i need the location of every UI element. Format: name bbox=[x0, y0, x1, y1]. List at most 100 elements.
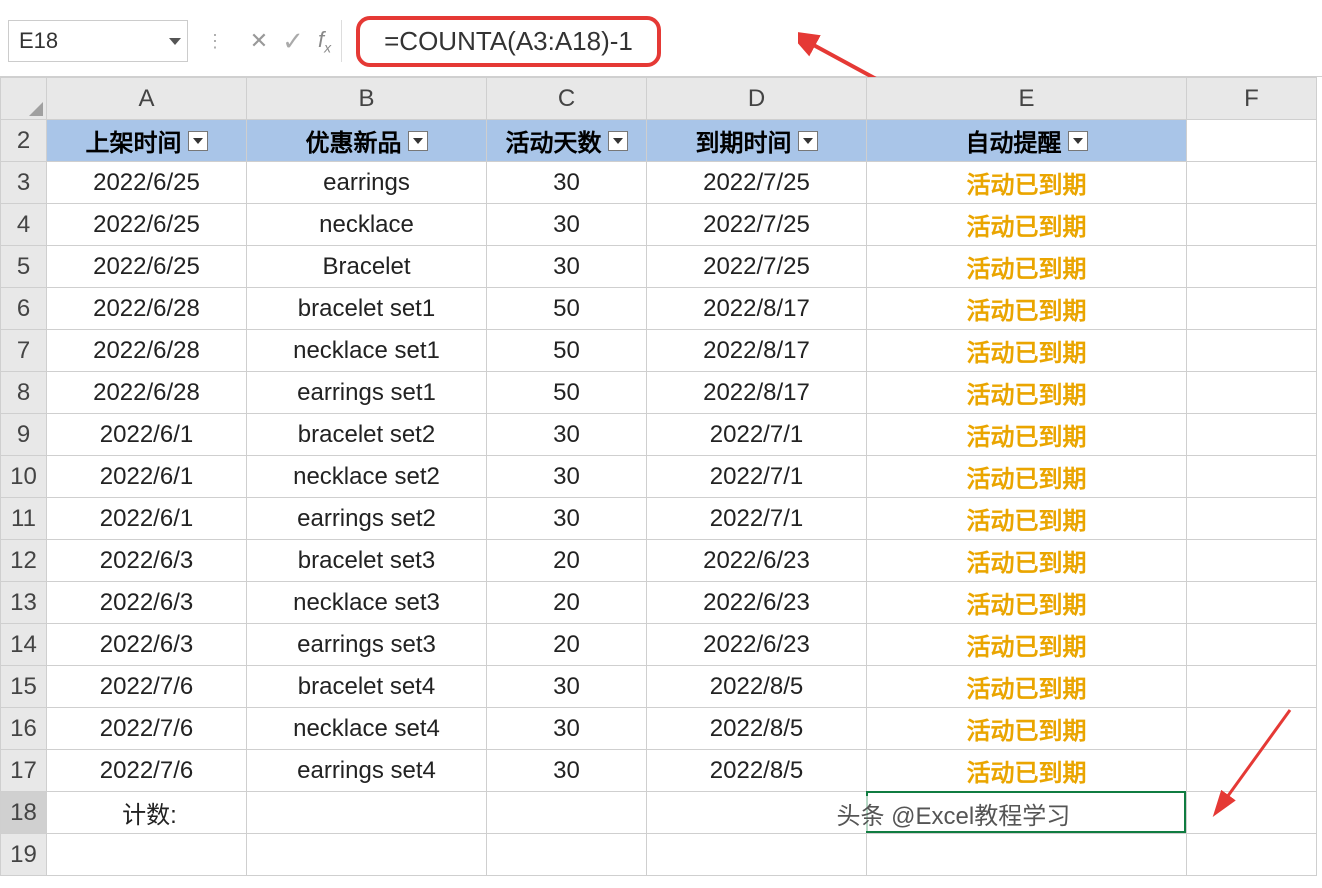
cell-B10[interactable]: necklace set2 bbox=[247, 456, 487, 498]
row-header-9[interactable]: 9 bbox=[1, 414, 47, 456]
cell-E5[interactable]: 活动已到期 bbox=[867, 246, 1187, 288]
cell-C4[interactable]: 30 bbox=[487, 204, 647, 246]
cell-A11[interactable]: 2022/6/1 bbox=[47, 498, 247, 540]
row-header-5[interactable]: 5 bbox=[1, 246, 47, 288]
cell-A6[interactable]: 2022/6/28 bbox=[47, 288, 247, 330]
cell-E15[interactable]: 活动已到期 bbox=[867, 666, 1187, 708]
row-header-6[interactable]: 6 bbox=[1, 288, 47, 330]
column-header-E[interactable]: E bbox=[867, 78, 1187, 120]
cell-B7[interactable]: necklace set1 bbox=[247, 330, 487, 372]
cell-C15[interactable]: 30 bbox=[487, 666, 647, 708]
cell-E4[interactable]: 活动已到期 bbox=[867, 204, 1187, 246]
cell-C9[interactable]: 30 bbox=[487, 414, 647, 456]
cell-D13[interactable]: 2022/6/23 bbox=[647, 582, 867, 624]
cell-E7[interactable]: 活动已到期 bbox=[867, 330, 1187, 372]
cell-F18[interactable] bbox=[1187, 792, 1317, 834]
table-header-A[interactable]: 上架时间 bbox=[47, 120, 247, 162]
cell-D17[interactable]: 2022/8/5 bbox=[647, 750, 867, 792]
cell-C3[interactable]: 30 bbox=[487, 162, 647, 204]
row-header-14[interactable]: 14 bbox=[1, 624, 47, 666]
cell-B5[interactable]: Bracelet bbox=[247, 246, 487, 288]
cell-B9[interactable]: bracelet set2 bbox=[247, 414, 487, 456]
fx-icon[interactable]: fx bbox=[318, 27, 331, 55]
cell-B13[interactable]: necklace set3 bbox=[247, 582, 487, 624]
cell-C6[interactable]: 50 bbox=[487, 288, 647, 330]
cell-F13[interactable] bbox=[1187, 582, 1317, 624]
cell-A10[interactable]: 2022/6/1 bbox=[47, 456, 247, 498]
formula-input[interactable]: =COUNTA(A3:A18)-1 bbox=[356, 16, 661, 67]
cell-E8[interactable]: 活动已到期 bbox=[867, 372, 1187, 414]
cell-C11[interactable]: 30 bbox=[487, 498, 647, 540]
row-header-2[interactable]: 2 bbox=[1, 120, 47, 162]
cell-B12[interactable]: bracelet set3 bbox=[247, 540, 487, 582]
cell-F7[interactable] bbox=[1187, 330, 1317, 372]
cell-A5[interactable]: 2022/6/25 bbox=[47, 246, 247, 288]
cell-F11[interactable] bbox=[1187, 498, 1317, 540]
cell-E13[interactable]: 活动已到期 bbox=[867, 582, 1187, 624]
cell-A17[interactable]: 2022/7/6 bbox=[47, 750, 247, 792]
cell-F9[interactable] bbox=[1187, 414, 1317, 456]
cell-B14[interactable]: earrings set3 bbox=[247, 624, 487, 666]
cell-C12[interactable]: 20 bbox=[487, 540, 647, 582]
filter-button[interactable] bbox=[1068, 131, 1088, 151]
row-header-10[interactable]: 10 bbox=[1, 456, 47, 498]
filter-button[interactable] bbox=[408, 131, 428, 151]
cell-B3[interactable]: earrings bbox=[247, 162, 487, 204]
table-header-B[interactable]: 优惠新品 bbox=[247, 120, 487, 162]
row-header-8[interactable]: 8 bbox=[1, 372, 47, 414]
cell-C10[interactable]: 30 bbox=[487, 456, 647, 498]
row-header-19[interactable]: 19 bbox=[1, 834, 47, 876]
cell-A9[interactable]: 2022/6/1 bbox=[47, 414, 247, 456]
row-header-3[interactable]: 3 bbox=[1, 162, 47, 204]
cell-A13[interactable]: 2022/6/3 bbox=[47, 582, 247, 624]
row-header-4[interactable]: 4 bbox=[1, 204, 47, 246]
cell-C5[interactable]: 30 bbox=[487, 246, 647, 288]
cell-A7[interactable]: 2022/6/28 bbox=[47, 330, 247, 372]
row-header-11[interactable]: 11 bbox=[1, 498, 47, 540]
table-header-C[interactable]: 活动天数 bbox=[487, 120, 647, 162]
cell-D3[interactable]: 2022/7/25 bbox=[647, 162, 867, 204]
cell-F17[interactable] bbox=[1187, 750, 1317, 792]
cell-C13[interactable]: 20 bbox=[487, 582, 647, 624]
cell-F5[interactable] bbox=[1187, 246, 1317, 288]
cell-C8[interactable]: 50 bbox=[487, 372, 647, 414]
cell-F12[interactable] bbox=[1187, 540, 1317, 582]
cell-C18[interactable] bbox=[487, 792, 647, 834]
row-header-15[interactable]: 15 bbox=[1, 666, 47, 708]
row-header-16[interactable]: 16 bbox=[1, 708, 47, 750]
cell-E3[interactable]: 活动已到期 bbox=[867, 162, 1187, 204]
cell-D9[interactable]: 2022/7/1 bbox=[647, 414, 867, 456]
cell-D14[interactable]: 2022/6/23 bbox=[647, 624, 867, 666]
row-header-13[interactable]: 13 bbox=[1, 582, 47, 624]
cell-A3[interactable]: 2022/6/25 bbox=[47, 162, 247, 204]
filter-button[interactable] bbox=[188, 131, 208, 151]
cancel-icon[interactable]: ✕ bbox=[242, 28, 276, 54]
cell-F2[interactable] bbox=[1187, 120, 1317, 162]
cell-B18[interactable] bbox=[247, 792, 487, 834]
row-header-17[interactable]: 17 bbox=[1, 750, 47, 792]
cell-D15[interactable]: 2022/8/5 bbox=[647, 666, 867, 708]
table-header-D[interactable]: 到期时间 bbox=[647, 120, 867, 162]
cell-B6[interactable]: bracelet set1 bbox=[247, 288, 487, 330]
cell-E6[interactable]: 活动已到期 bbox=[867, 288, 1187, 330]
cell-F3[interactable] bbox=[1187, 162, 1317, 204]
select-all-corner[interactable] bbox=[1, 78, 47, 120]
cell-A14[interactable]: 2022/6/3 bbox=[47, 624, 247, 666]
cell-E9[interactable]: 活动已到期 bbox=[867, 414, 1187, 456]
cell-E11[interactable]: 活动已到期 bbox=[867, 498, 1187, 540]
table-header-E[interactable]: 自动提醒 bbox=[867, 120, 1187, 162]
cell-F15[interactable] bbox=[1187, 666, 1317, 708]
column-header-C[interactable]: C bbox=[487, 78, 647, 120]
filter-button[interactable] bbox=[798, 131, 818, 151]
cell-C17[interactable]: 30 bbox=[487, 750, 647, 792]
cell-A8[interactable]: 2022/6/28 bbox=[47, 372, 247, 414]
cell-E19[interactable] bbox=[867, 834, 1187, 876]
cell-B16[interactable]: necklace set4 bbox=[247, 708, 487, 750]
cell-A18[interactable]: 计数: bbox=[47, 792, 247, 834]
cell-F6[interactable] bbox=[1187, 288, 1317, 330]
row-header-7[interactable]: 7 bbox=[1, 330, 47, 372]
cell-E10[interactable]: 活动已到期 bbox=[867, 456, 1187, 498]
cell-C19[interactable] bbox=[487, 834, 647, 876]
cell-D8[interactable]: 2022/8/17 bbox=[647, 372, 867, 414]
cell-D7[interactable]: 2022/8/17 bbox=[647, 330, 867, 372]
